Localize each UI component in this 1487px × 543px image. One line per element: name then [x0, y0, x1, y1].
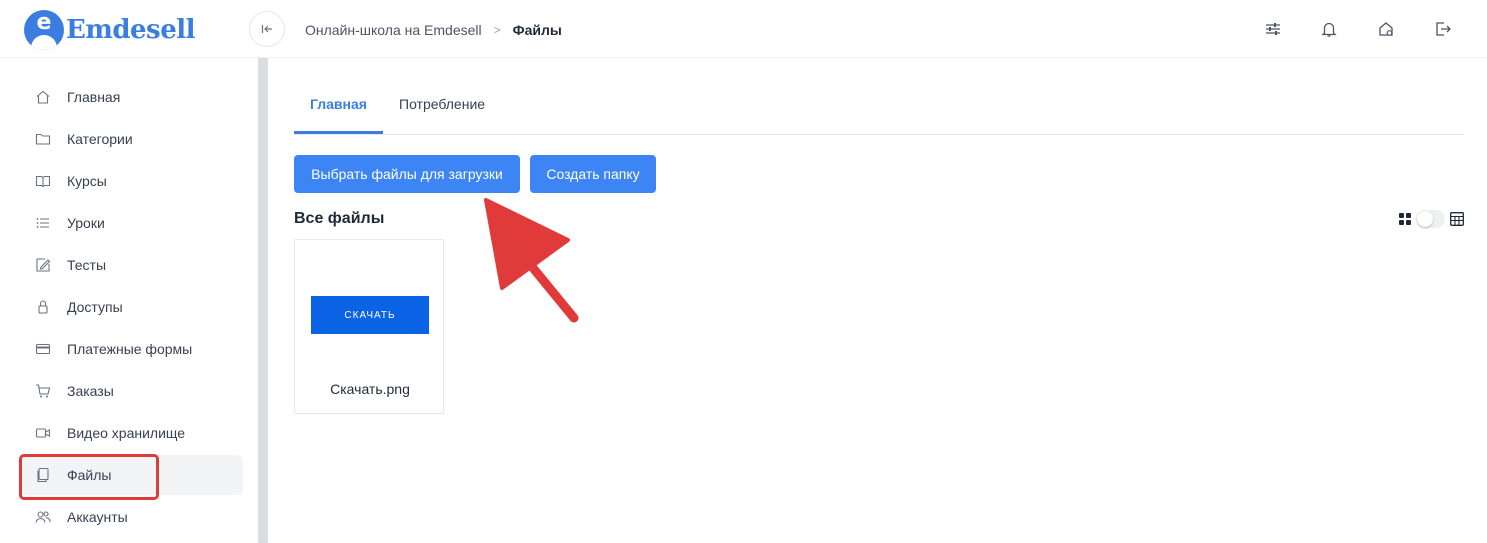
sidebar-item-home[interactable]: Главная — [20, 77, 243, 117]
video-icon — [35, 428, 51, 438]
sidebar-item-label: Заказы — [67, 383, 114, 399]
sidebar-item-access[interactable]: Доступы — [20, 287, 243, 327]
collapse-sidebar-button[interactable] — [249, 11, 285, 47]
book-icon — [35, 175, 51, 188]
sidebar-item-label: Платежные формы — [67, 341, 193, 357]
sidebar-item-tests[interactable]: Тесты — [20, 245, 243, 285]
logout-icon[interactable] — [1434, 20, 1452, 38]
sidebar-scrollbar[interactable] — [258, 58, 268, 543]
tab-usage[interactable]: Потребление — [399, 96, 485, 112]
logo-text: Emdesell — [66, 15, 195, 45]
cart-icon — [36, 384, 51, 398]
folder-icon — [35, 133, 51, 145]
section-title: Все файлы — [294, 210, 385, 227]
sidebar-item-label: Категории — [67, 131, 133, 147]
bell-icon[interactable] — [1320, 20, 1338, 38]
breadcrumb-item-school[interactable]: Онлайн-школа на Emdesell — [305, 22, 482, 38]
users-icon — [35, 511, 51, 523]
sidebar-item-video-storage[interactable]: Видео хранилище — [20, 413, 243, 453]
home-icon — [36, 90, 50, 104]
sidebar-item-label: Аккаунты — [67, 509, 128, 525]
top-bar: e Emdesell Онлайн-школа на Emdesell > Фа… — [0, 0, 1487, 58]
lock-icon — [38, 300, 48, 314]
sidebar-item-label: Видео хранилище — [67, 425, 186, 441]
settings-sliders-icon[interactable] — [1264, 20, 1282, 38]
sidebar-item-payment-forms[interactable]: Платежные формы — [20, 329, 243, 369]
file-card[interactable]: СКАЧАТЬ Скачать.png — [294, 239, 444, 414]
breadcrumb: Онлайн-школа на Emdesell > Файлы — [305, 22, 562, 38]
breadcrumb-item-current: Файлы — [512, 22, 562, 38]
tab-active-underline — [294, 131, 383, 134]
edit-icon — [36, 258, 51, 272]
sidebar-item-label: Курсы — [67, 173, 107, 189]
sidebar-item-label: Тесты — [67, 257, 107, 273]
list-icon — [36, 218, 49, 228]
collapse-left-icon — [261, 25, 272, 33]
tab-bar: Главная Потребление — [294, 82, 1464, 135]
upload-files-button[interactable]: Выбрать файлы для загрузки — [294, 155, 520, 193]
view-mode-toggle[interactable] — [1416, 210, 1445, 228]
file-thumbnail: СКАЧАТЬ — [311, 296, 429, 334]
sidebar-item-categories[interactable]: Категории — [20, 119, 243, 159]
grid-view-icon[interactable] — [1399, 213, 1411, 225]
sidebar-item-label: Главная — [67, 89, 121, 105]
logo[interactable]: e Emdesell — [24, 10, 195, 50]
file-name: Скачать.png — [330, 381, 410, 397]
sidebar-item-label: Доступы — [67, 299, 123, 315]
sidebar-item-accounts[interactable]: Аккаунты — [20, 497, 243, 537]
tab-main[interactable]: Главная — [310, 96, 367, 112]
sidebar-item-label: Уроки — [67, 215, 105, 231]
create-folder-button[interactable]: Создать папку — [530, 155, 656, 193]
home-settings-icon[interactable] — [1377, 20, 1395, 38]
sidebar-item-lessons[interactable]: Уроки — [20, 203, 243, 243]
sidebar-item-orders[interactable]: Заказы — [20, 371, 243, 411]
chevron-right-icon: > — [493, 23, 501, 37]
table-view-icon[interactable] — [1450, 212, 1464, 226]
credit-card-icon — [35, 343, 51, 355]
annotation-highlight-box — [19, 454, 159, 500]
sidebar-item-courses[interactable]: Курсы — [20, 161, 243, 201]
logo-badge-icon: e — [24, 10, 64, 50]
annotation-arrow-icon — [484, 198, 579, 323]
